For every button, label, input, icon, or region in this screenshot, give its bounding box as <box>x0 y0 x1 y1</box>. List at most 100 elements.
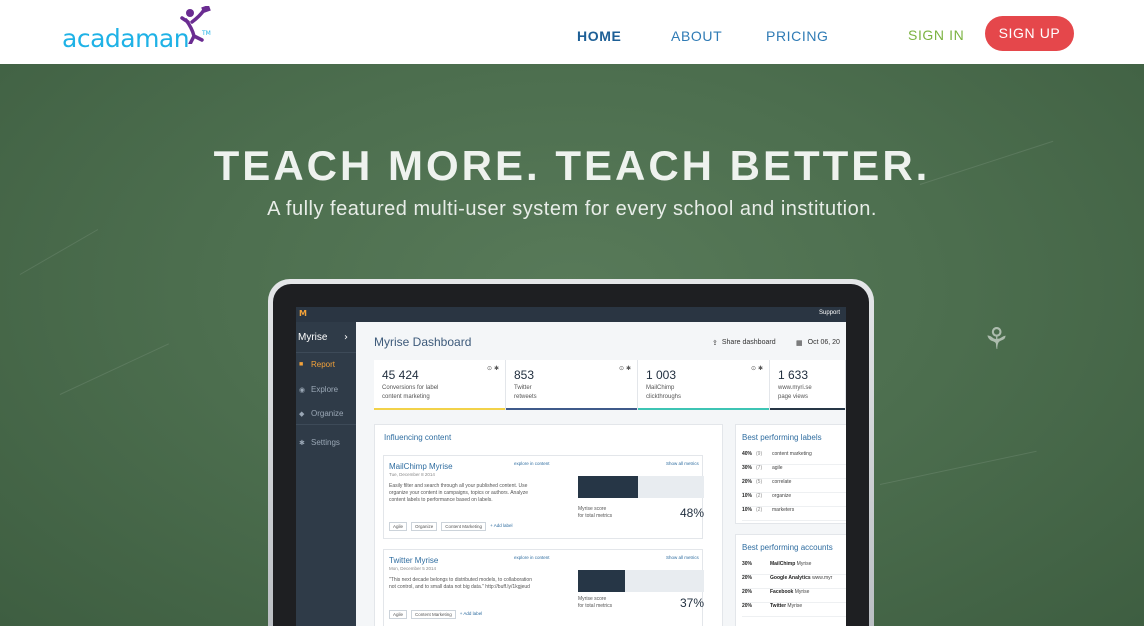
nav-home-link[interactable]: HOME <box>577 28 621 44</box>
add-label-link[interactable]: + Add label <box>460 610 482 619</box>
toggle-settings-icon[interactable]: ⊙ ✱ <box>487 365 499 372</box>
jumping-figure-icon <box>180 6 211 44</box>
kpi-label: MailChimp clickthroughs <box>646 385 682 400</box>
kpi-value: 1 633 <box>778 368 809 382</box>
top-navigation: acadaman TM HOME ABOUT PRICING SIGN IN S… <box>0 0 1144 64</box>
card-title[interactable]: MailChimp Myrise <box>389 462 453 471</box>
toggle-settings-icon[interactable]: ⊙ ✱ <box>619 365 631 372</box>
list-item: 10% (2) organize <box>742 493 846 507</box>
sidebar-item-report[interactable]: ■ Report <box>299 360 335 369</box>
card-date: Mon, December 5 2014 <box>389 566 437 571</box>
kpi-row: 45 424 Conversions for label content mark… <box>374 360 846 410</box>
card-tags: Agile Content Marketing + Add label <box>389 610 482 619</box>
influencing-content-panel: Influencing content MailChimp Myrise Tue… <box>374 424 723 626</box>
explore-link[interactable]: explore in content <box>514 461 550 466</box>
share-icon: ⇪ <box>712 340 718 347</box>
list-item: 20% Google Analytics www.myr <box>742 575 846 589</box>
tag-icon: ◆ <box>299 410 305 418</box>
kpi-label: Twitter retweets <box>514 385 537 400</box>
hero-headline: TEACH MORE. TEACH BETTER. <box>213 142 931 189</box>
kpi-card[interactable]: 1 633 www.myri.se page views <box>770 360 846 410</box>
support-link[interactable]: Support <box>819 310 840 316</box>
chevron-right-icon[interactable]: › <box>344 332 348 343</box>
acadaman-logo[interactable]: acadaman TM <box>62 6 212 56</box>
sidebar-item-explore[interactable]: ◉ Explore <box>299 385 338 394</box>
myrise-logo-icon: M <box>299 309 307 318</box>
kpi-card[interactable]: 1 003 MailChimp clickthroughs ⊙ ✱ <box>638 360 770 410</box>
card-date: Tue, December 8 2014 <box>389 472 435 477</box>
kpi-label: www.myri.se page views <box>778 385 812 400</box>
content-card[interactable]: MailChimp Myrise Tue, December 8 2014 ex… <box>383 455 705 539</box>
sidebar-item-organize[interactable]: ◆ Organize <box>299 409 343 418</box>
tag-chip[interactable]: Content Marketing <box>411 610 456 619</box>
nav-pricing-link[interactable]: PRICING <box>766 28 829 44</box>
sidebar-divider <box>296 352 356 353</box>
chalk-stroke <box>19 229 99 275</box>
score-label: Myrise score for total metrics <box>578 506 613 519</box>
dashboard-sidebar: Myrise › ■ Report ◉ Explore ◆ Organize ✱ Set… <box>296 322 356 626</box>
dashboard-screenshot: M Support Myrise › ■ Report ◉ Explore ◆ Org… <box>296 307 846 626</box>
nav-about-link[interactable]: ABOUT <box>671 28 722 44</box>
content-card[interactable]: Twitter Myrise Mon, December 5 2014 expl… <box>383 549 705 626</box>
list-item: 30% MailChimp Myrise <box>742 561 846 575</box>
best-labels-panel: Best performing labels 40% (9) content mar… <box>735 424 846 524</box>
kpi-color-bar <box>638 408 769 410</box>
dashboard-topbar: M Support <box>296 307 846 322</box>
gear-icon: ✱ <box>299 439 305 447</box>
kpi-value: 45 424 <box>382 368 419 382</box>
sidebar-item-label: Explore <box>311 385 339 394</box>
score-value: 37% <box>680 596 705 610</box>
kpi-card[interactable]: 45 424 Conversions for label content mark… <box>374 360 506 410</box>
list-item: 20% Facebook Myrise <box>742 589 846 603</box>
list-item: 20% Twitter Myrise <box>742 603 846 617</box>
explore-icon: ◉ <box>299 386 306 394</box>
kpi-label: Conversions for label content marketing <box>382 385 439 400</box>
date-picker[interactable]: ▦ Oct 06, 20 <box>796 339 840 347</box>
kpi-value: 1 003 <box>646 368 677 382</box>
report-icon: ■ <box>299 361 304 368</box>
score-meter-fill <box>578 476 639 498</box>
tag-chip[interactable]: Agile <box>389 522 408 531</box>
list-item: 20% (5) correlate <box>742 479 846 493</box>
panel-title: Best performing accounts <box>742 543 833 552</box>
sidebar-brand: Myrise <box>298 332 328 343</box>
show-metrics-link[interactable]: Show all metrics <box>666 461 699 466</box>
sign-in-link[interactable]: SIGN IN <box>908 27 964 43</box>
show-metrics-link[interactable]: Show all metrics <box>666 555 699 560</box>
date-value: Oct 06, 20 <box>807 339 840 346</box>
score-meter <box>578 476 704 498</box>
list-item: 30% (7) agile <box>742 465 846 479</box>
kpi-color-bar <box>374 408 505 410</box>
sign-up-button[interactable]: SIGN UP <box>985 16 1074 51</box>
toggle-settings-icon[interactable]: ⊙ ✱ <box>751 365 763 372</box>
score-meter-fill <box>578 570 625 592</box>
sidebar-item-settings[interactable]: ✱ Settings <box>299 438 340 447</box>
kpi-card[interactable]: 853 Twitter retweets ⊙ ✱ <box>506 360 638 410</box>
list-item: 10% (2) marketers <box>742 507 846 521</box>
tag-chip[interactable]: Agile <box>389 610 408 619</box>
hero-section: TEACH MORE. TEACH BETTER. A fully featur… <box>0 64 1144 626</box>
sidebar-item-label: Organize <box>311 409 344 418</box>
card-body: Easily filter and search through all you… <box>389 483 528 503</box>
chalk-tree-doodle: ⚘ <box>983 322 1010 357</box>
score-value: 48% <box>680 506 705 520</box>
explore-link[interactable]: explore in content <box>514 555 550 560</box>
tag-chip[interactable]: Organize <box>411 522 438 531</box>
kpi-color-bar <box>506 408 637 410</box>
logo-text: acadaman <box>62 24 190 53</box>
add-label-link[interactable]: + Add label <box>490 522 512 531</box>
score-label: Myrise score for total metrics <box>578 596 613 609</box>
list-item: 40% (9) content marketing <box>742 451 846 465</box>
score-meter <box>578 570 704 592</box>
sidebar-item-label: Settings <box>311 438 340 447</box>
share-dashboard-button[interactable]: ⇪ Share dashboard <box>712 339 776 347</box>
dashboard-main: Myrise Dashboard ⇪ Share dashboard ▦ Oct 0… <box>356 322 846 626</box>
sidebar-divider <box>296 424 356 425</box>
best-accounts-panel: Best performing accounts 30% MailChimp My… <box>735 534 846 626</box>
kpi-value: 853 <box>514 368 535 382</box>
chalk-stroke <box>879 450 1037 485</box>
card-title[interactable]: Twitter Myrise <box>389 556 438 565</box>
panel-title: Best performing labels <box>742 433 822 442</box>
tag-chip[interactable]: Content Marketing <box>441 522 487 531</box>
sidebar-item-label: Report <box>311 360 336 369</box>
